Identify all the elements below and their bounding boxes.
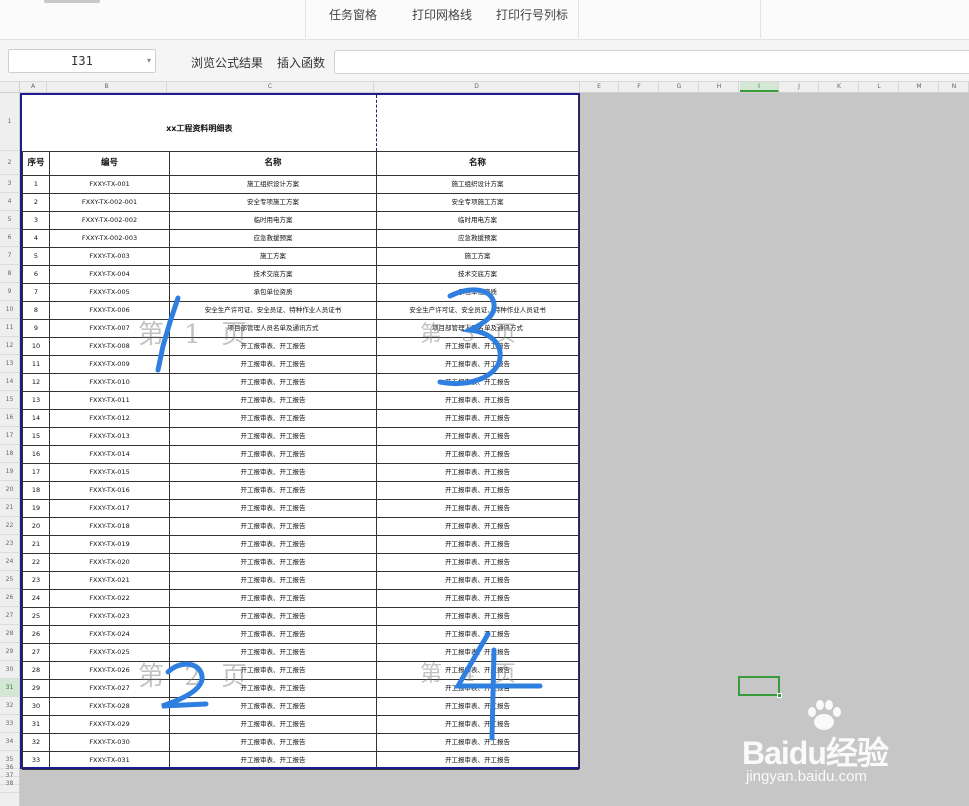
handwritten-number-1	[155, 295, 181, 373]
fill-handle[interactable]	[777, 693, 782, 698]
handwritten-number-3	[437, 287, 503, 386]
handwritten-page-numbers	[155, 287, 543, 741]
watermark-url: jingyan.baidu.com	[746, 768, 867, 785]
selected-cell-i31[interactable]	[738, 676, 782, 698]
baidu-jingyan-watermark: Baidu经验 jingyan.baidu.com	[742, 700, 942, 800]
handwritten-number-2	[161, 661, 209, 709]
handwritten-number-4	[453, 631, 543, 741]
